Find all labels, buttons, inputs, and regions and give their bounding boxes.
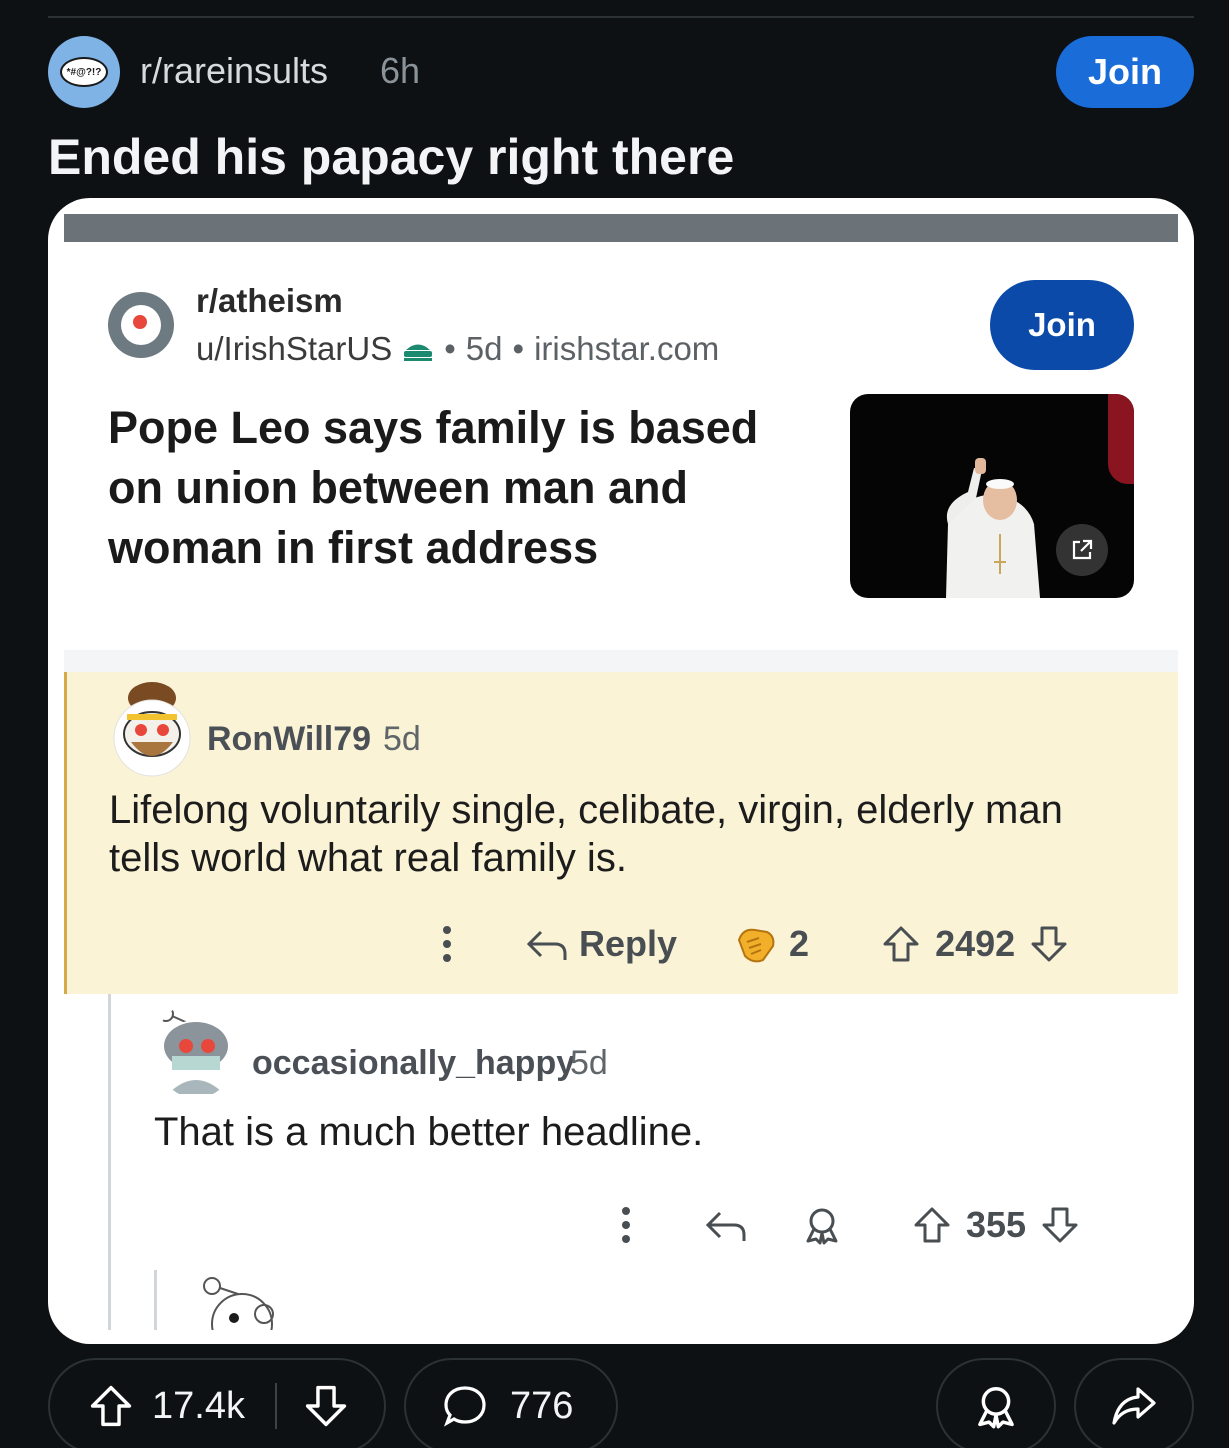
award-icon [978, 1387, 1014, 1429]
comment-score: 2492 [935, 923, 1016, 964]
more-options-icon [622, 1207, 630, 1243]
downvote-icon [1042, 1207, 1078, 1243]
reply-icon [526, 930, 567, 960]
award-action: 2 [733, 922, 809, 966]
nested-thread-line [154, 1270, 157, 1330]
meta-dot-1: • [444, 330, 456, 367]
reply-body: That is a much better headline. [154, 1110, 704, 1154]
subreddit-name[interactable]: r/rareinsults [140, 50, 328, 92]
share-arrow-icon [1112, 1387, 1156, 1425]
vote-action: 2492 [881, 923, 1069, 965]
downvote-icon[interactable] [303, 1383, 349, 1429]
comment-actions: Reply 2 2492 [439, 922, 1069, 966]
award-handshake-icon [737, 928, 775, 963]
top-divider [48, 16, 1194, 18]
article-thumbnail [850, 394, 1134, 598]
separator-band [64, 650, 1178, 672]
reply-actions: 355 [618, 1204, 1080, 1246]
vote-pill: 17.4k [48, 1358, 386, 1448]
comment-time: 5d [383, 720, 421, 758]
reply-username: occasionally_happy [252, 1044, 576, 1082]
reply-icon [705, 1211, 746, 1241]
embedded-subreddit: r/atheism [196, 282, 343, 319]
upvote-icon [914, 1207, 950, 1243]
more-options-icon [443, 926, 451, 962]
comment-count: 776 [510, 1384, 574, 1427]
comment-username: RonWill79 [207, 720, 372, 758]
post-time: 6h [380, 50, 421, 91]
reply-score: 355 [966, 1204, 1027, 1245]
highlighted-comment: RonWill79 5d Lifelong voluntarily single… [64, 672, 1178, 994]
embedded-join-button: Join [990, 280, 1134, 370]
post-header: *#@?!? r/rareinsults 6h Join [48, 36, 1194, 108]
cropped-avatar [203, 1277, 274, 1330]
post-score: 17.4k [152, 1384, 245, 1427]
speech-bubble-icon: *#@?!? [60, 57, 108, 87]
comment-bubble-icon [443, 1386, 486, 1427]
share-button[interactable] [1074, 1358, 1194, 1448]
reply-time: 5d [570, 1044, 608, 1082]
external-link-icon [1056, 524, 1108, 576]
thread-line [108, 994, 111, 1330]
comment-body: Lifelong voluntarily single, celibate, v… [109, 788, 1063, 880]
reply-vote-action: 355 [912, 1204, 1080, 1246]
upvote-icon [883, 926, 919, 962]
comments-button[interactable]: 776 [404, 1358, 618, 1448]
embedded-age: 5d [465, 330, 503, 367]
post-image[interactable]: r/atheism u/IrishStarUS • 5d • irishstar… [48, 198, 1194, 1344]
upvote-icon[interactable] [88, 1383, 134, 1429]
embedded-domain: irishstar.com [534, 330, 720, 367]
reply-label: Reply [579, 923, 678, 964]
join-button[interactable]: Join [1056, 36, 1194, 108]
award-button[interactable] [936, 1358, 1056, 1448]
reply-avatar [154, 1002, 238, 1098]
embedded-meta: u/IrishStarUS • 5d • irishstar.com [196, 330, 719, 368]
snoo-icon [121, 305, 161, 345]
post-title[interactable]: Ended his papacy right there [48, 128, 734, 186]
subreddit-avatar[interactable]: *#@?!? [48, 36, 120, 108]
avatar-text: *#@?!? [66, 66, 102, 78]
embedded-user: u/IrishStarUS [196, 330, 393, 367]
article-title: Pope Leo says family is based on union b… [108, 402, 759, 573]
award-icon [806, 1208, 838, 1245]
atheism-avatar [108, 292, 174, 358]
award-count: 2 [789, 923, 810, 964]
reply-action: Reply [525, 923, 677, 965]
commenter-avatar [109, 678, 195, 778]
vote-divider [274, 1383, 277, 1429]
downvote-icon [1031, 926, 1067, 962]
cake-day-icon [404, 344, 433, 361]
meta-dot-2: • [512, 330, 525, 367]
screenshot-topbar [64, 214, 1178, 242]
